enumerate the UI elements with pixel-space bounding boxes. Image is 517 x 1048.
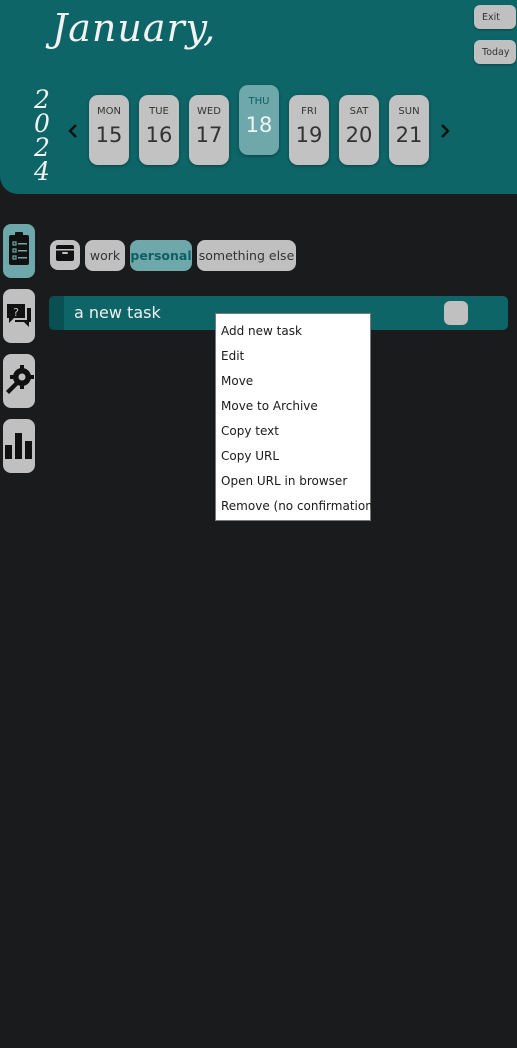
bar-chart-icon xyxy=(4,427,34,465)
task-title: a new task xyxy=(74,303,161,322)
tag-something-else[interactable]: something else xyxy=(197,240,296,271)
month-title: January, xyxy=(52,6,217,50)
day-name: MON xyxy=(97,106,121,117)
archive-box-icon xyxy=(55,244,75,266)
today-button[interactable]: Today xyxy=(474,40,516,64)
settings-wrench-gear-icon xyxy=(4,363,34,399)
day-date: 16 xyxy=(145,123,173,147)
day-name: SAT xyxy=(349,106,369,117)
drag-handle[interactable] xyxy=(49,296,64,330)
day-date: 20 xyxy=(345,123,373,147)
svg-text:?: ? xyxy=(13,306,19,319)
day-date: 21 xyxy=(395,123,423,147)
help-chat-icon: ? xyxy=(5,298,33,334)
menu-item-add-new-task[interactable]: Add new task xyxy=(216,319,370,344)
menu-item-edit[interactable]: Edit xyxy=(216,344,370,369)
task-complete-checkbox[interactable] xyxy=(444,301,468,325)
menu-item-move[interactable]: Move xyxy=(216,369,370,394)
day-mon[interactable]: MON 15 xyxy=(89,95,129,165)
exit-button[interactable]: Exit xyxy=(474,5,516,29)
year-digit: 4 xyxy=(34,157,50,186)
year-vertical: 2 0 2 4 xyxy=(30,87,54,186)
day-date: 19 xyxy=(295,123,323,147)
tag-work[interactable]: work xyxy=(85,240,125,271)
day-date: 18 xyxy=(245,113,273,137)
next-week-arrow-icon[interactable] xyxy=(440,122,450,143)
day-name: FRI xyxy=(301,106,317,117)
previous-week-arrow-icon[interactable] xyxy=(68,122,78,143)
sidebar-item-help[interactable]: ? xyxy=(3,289,35,343)
menu-item-remove[interactable]: Remove (no confirmation) xyxy=(216,494,378,519)
sidebar-item-stats[interactable] xyxy=(3,419,35,473)
day-date: 17 xyxy=(195,123,223,147)
sidebar-item-settings[interactable] xyxy=(3,354,35,408)
clipboard-checklist-icon xyxy=(7,231,31,271)
day-wed[interactable]: WED 17 xyxy=(189,95,229,165)
day-thu-selected[interactable]: THU 18 xyxy=(239,85,279,155)
day-name: THU xyxy=(248,96,270,107)
day-name: WED xyxy=(197,106,221,117)
day-tue[interactable]: TUE 16 xyxy=(139,95,179,165)
day-sat[interactable]: SAT 20 xyxy=(339,95,379,165)
menu-item-copy-url[interactable]: Copy URL xyxy=(216,444,370,469)
context-menu: Add new task Edit Move Move to Archive C… xyxy=(215,313,378,521)
day-name: TUE xyxy=(149,106,169,117)
day-fri[interactable]: FRI 19 xyxy=(289,95,329,165)
day-date: 15 xyxy=(95,123,123,147)
tag-personal[interactable]: personal xyxy=(130,240,192,271)
sidebar-item-tasks[interactable] xyxy=(3,224,35,278)
menu-item-copy-text[interactable]: Copy text xyxy=(216,419,370,444)
menu-item-open-url[interactable]: Open URL in browser xyxy=(216,469,370,494)
calendar-header: January, 2 0 2 4 Exit Today MON 15 TUE 1… xyxy=(0,0,517,194)
day-sun[interactable]: SUN 21 xyxy=(389,95,429,165)
archive-button[interactable] xyxy=(50,240,80,270)
menu-item-move-to-archive[interactable]: Move to Archive xyxy=(216,394,370,419)
day-name: SUN xyxy=(398,106,420,117)
